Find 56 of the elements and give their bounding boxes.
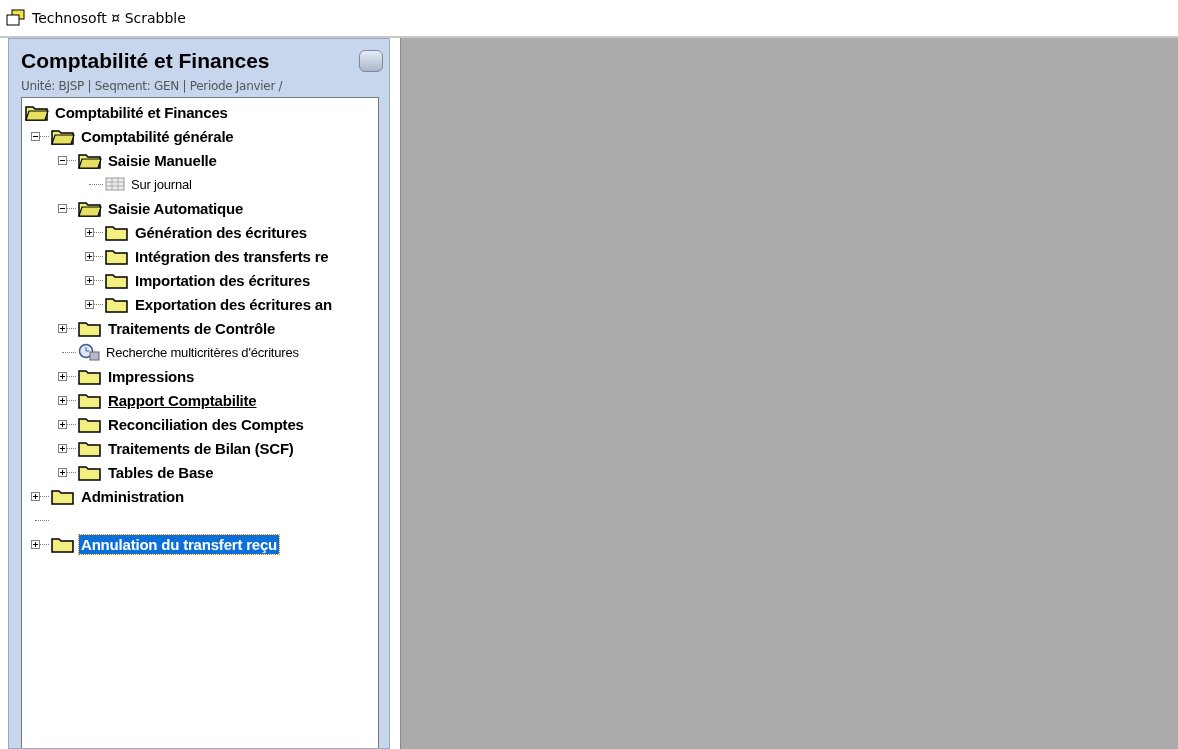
tree-item[interactable]: Tables de Base [106, 462, 216, 482]
panel-button[interactable] [359, 50, 383, 72]
clock-chart-icon [78, 343, 100, 361]
collapse-button[interactable] [58, 155, 67, 165]
tree-item[interactable]: Reconciliation des Comptes [106, 414, 306, 434]
folder-icon [78, 439, 102, 457]
expand-button[interactable] [85, 251, 94, 261]
folder-icon [105, 223, 129, 241]
folder-icon [78, 415, 102, 433]
folder-icon [78, 319, 102, 337]
open-folder-icon [51, 127, 75, 145]
expand-button[interactable] [85, 227, 94, 237]
tree-item[interactable]: Rapport Comptabilite [106, 390, 259, 410]
tree-item[interactable]: Saisie Manuelle [106, 150, 219, 170]
expand-button[interactable] [58, 323, 67, 333]
open-folder-icon [78, 199, 102, 217]
expand-button[interactable] [85, 275, 94, 285]
expand-button[interactable] [58, 395, 67, 405]
open-folder-icon [78, 151, 102, 169]
folder-icon [51, 487, 75, 505]
tree-item[interactable]: Impressions [106, 366, 197, 386]
tree-item[interactable]: Intégration des transferts re [133, 246, 331, 266]
expand-button[interactable] [58, 467, 67, 477]
tree-item[interactable]: Saisie Automatique [106, 198, 246, 218]
tree-item[interactable]: Traitements de Bilan (SCF) [106, 438, 296, 458]
panel-title: Comptabilité et Finances [21, 49, 270, 73]
tree-item[interactable]: Sur journal [129, 175, 194, 193]
collapse-button[interactable] [31, 131, 40, 141]
open-folder-icon [25, 103, 49, 121]
expand-button[interactable] [31, 491, 40, 501]
expand-button[interactable] [58, 419, 67, 429]
folder-icon [78, 367, 102, 385]
expand-button[interactable] [58, 443, 67, 453]
folder-icon [105, 295, 129, 313]
folder-icon [105, 247, 129, 265]
collapse-button[interactable] [58, 203, 67, 213]
folder-icon [51, 535, 75, 553]
expand-button[interactable] [58, 371, 67, 381]
folder-icon [78, 391, 102, 409]
tree-item[interactable]: Importation des écritures [133, 270, 313, 290]
tree-item[interactable]: Génération des écritures [133, 222, 309, 242]
tree-item[interactable]: Comptabilité générale [79, 126, 236, 146]
tree-item[interactable]: Recherche multicritères d'écritures [104, 343, 301, 361]
tree-item[interactable]: Traitements de Contrôle [106, 318, 278, 338]
tree-item[interactable]: Exportation des écritures an [133, 294, 334, 314]
tree-item[interactable]: Annulation du transfert reçu [79, 534, 280, 554]
table-icon [105, 177, 125, 191]
tree-item[interactable]: Comptabilité et Finances [53, 102, 230, 122]
expand-button[interactable] [85, 299, 94, 309]
tree-item[interactable]: Administration [79, 486, 187, 506]
expand-button[interactable] [31, 539, 40, 549]
window-title: Technosoft ¤ Scrabble [32, 10, 186, 26]
folder-icon [105, 271, 129, 289]
panel-subtitle: Unité: BJSP | Seqment: GEN | Periode Janvier / [20, 78, 284, 95]
folder-icon [78, 463, 102, 481]
app-icon [6, 9, 26, 27]
